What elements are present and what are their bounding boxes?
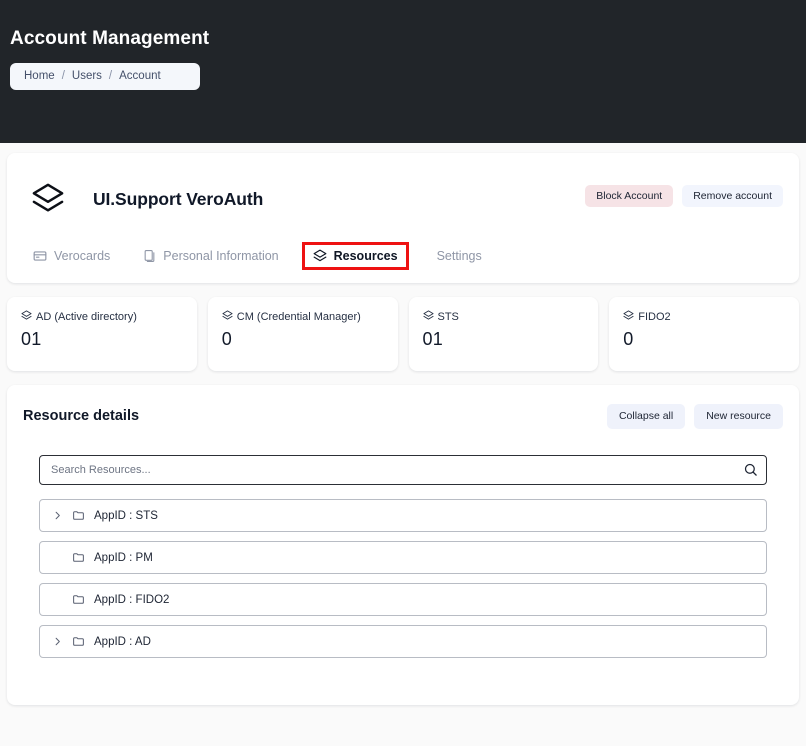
stat-label: AD (Active directory) bbox=[36, 311, 137, 324]
stat-label-row: CM (Credential Manager) bbox=[222, 310, 384, 325]
layers-icon bbox=[21, 310, 32, 325]
resource-row-appid-sts[interactable]: AppID : STS bbox=[39, 499, 767, 532]
chevron-right-icon[interactable] bbox=[52, 510, 72, 521]
tab-resources[interactable]: Resources bbox=[305, 245, 406, 267]
resource-stats: AD (Active directory) 01 CM (Credential … bbox=[7, 297, 799, 371]
stat-value: 0 bbox=[222, 329, 384, 350]
breadcrumb-item-account: Account bbox=[119, 63, 161, 90]
resource-details-title: Resource details bbox=[23, 408, 139, 424]
resource-details-card: Resource details Collapse all New resour… bbox=[7, 385, 799, 705]
card-icon bbox=[33, 249, 47, 263]
new-resource-button[interactable]: New resource bbox=[694, 404, 783, 429]
resource-details-actions: Collapse all New resource bbox=[607, 404, 783, 429]
page-body: UI.Support VeroAuth Block Account Remove… bbox=[0, 143, 806, 746]
stat-value: 0 bbox=[623, 329, 785, 350]
account-tabs: Verocards Personal Information bbox=[25, 245, 781, 267]
tab-label: Resources bbox=[334, 249, 398, 263]
document-copy-icon bbox=[143, 249, 156, 263]
breadcrumb-item-home[interactable]: Home bbox=[24, 63, 55, 90]
resource-row-label: AppID : STS bbox=[94, 510, 158, 522]
remove-account-button[interactable]: Remove account bbox=[682, 185, 783, 207]
search-input[interactable] bbox=[39, 455, 767, 485]
folder-icon bbox=[72, 593, 94, 606]
stat-card-cm[interactable]: CM (Credential Manager) 0 bbox=[208, 297, 398, 371]
page-banner: Account Management Home / Users / Accoun… bbox=[0, 0, 806, 143]
layers-icon bbox=[222, 310, 233, 325]
stat-card-sts[interactable]: STS 01 bbox=[409, 297, 599, 371]
layers-icon bbox=[623, 310, 634, 325]
tab-verocards[interactable]: Verocards bbox=[31, 246, 112, 266]
resource-row-appid-fido2[interactable]: AppID : FIDO2 bbox=[39, 583, 767, 616]
layers-icon bbox=[423, 310, 434, 325]
block-account-button[interactable]: Block Account bbox=[585, 185, 673, 207]
stat-card-fido2[interactable]: FIDO2 0 bbox=[609, 297, 799, 371]
stat-label-row: FIDO2 bbox=[623, 310, 785, 325]
account-name: UI.Support VeroAuth bbox=[93, 189, 263, 210]
stat-label: CM (Credential Manager) bbox=[237, 311, 361, 324]
tab-settings[interactable]: Settings bbox=[435, 246, 484, 266]
folder-icon bbox=[72, 635, 94, 648]
breadcrumb-item-users[interactable]: Users bbox=[72, 63, 102, 90]
search-resources-wrapper bbox=[39, 455, 767, 485]
resource-row-label: AppID : AD bbox=[94, 636, 151, 648]
account-actions: Block Account Remove account bbox=[585, 185, 783, 207]
tab-label: Verocards bbox=[54, 249, 110, 263]
collapse-all-button[interactable]: Collapse all bbox=[607, 404, 685, 429]
tab-label: Personal Information bbox=[163, 249, 278, 263]
breadcrumb: Home / Users / Account bbox=[10, 63, 200, 90]
resource-details-header: Resource details Collapse all New resour… bbox=[7, 385, 799, 433]
stat-value: 01 bbox=[21, 329, 183, 350]
stat-label-row: STS bbox=[423, 310, 585, 325]
page-title: Account Management bbox=[10, 28, 806, 50]
breadcrumb-separator: / bbox=[62, 63, 65, 90]
layers-icon bbox=[313, 249, 327, 263]
resource-row-label: AppID : FIDO2 bbox=[94, 594, 169, 606]
stat-label: FIDO2 bbox=[638, 311, 670, 324]
stat-value: 01 bbox=[423, 329, 585, 350]
breadcrumb-separator: / bbox=[109, 63, 112, 90]
search-icon[interactable] bbox=[743, 462, 758, 477]
folder-icon bbox=[72, 509, 94, 522]
resource-row-label: AppID : PM bbox=[94, 552, 153, 564]
resource-row-appid-ad[interactable]: AppID : AD bbox=[39, 625, 767, 658]
resource-details-body: AppID : STS AppID : PM AppID : bbox=[7, 433, 799, 658]
tab-label: Settings bbox=[437, 249, 482, 263]
tab-personal-information[interactable]: Personal Information bbox=[141, 246, 280, 266]
stat-label-row: AD (Active directory) bbox=[21, 310, 183, 325]
layers-icon bbox=[25, 182, 71, 216]
chevron-right-icon[interactable] bbox=[52, 636, 72, 647]
folder-icon bbox=[72, 551, 94, 564]
resource-row-appid-pm[interactable]: AppID : PM bbox=[39, 541, 767, 574]
stat-label: STS bbox=[438, 311, 459, 324]
stat-card-ad[interactable]: AD (Active directory) 01 bbox=[7, 297, 197, 371]
account-header-card: UI.Support VeroAuth Block Account Remove… bbox=[7, 153, 799, 283]
